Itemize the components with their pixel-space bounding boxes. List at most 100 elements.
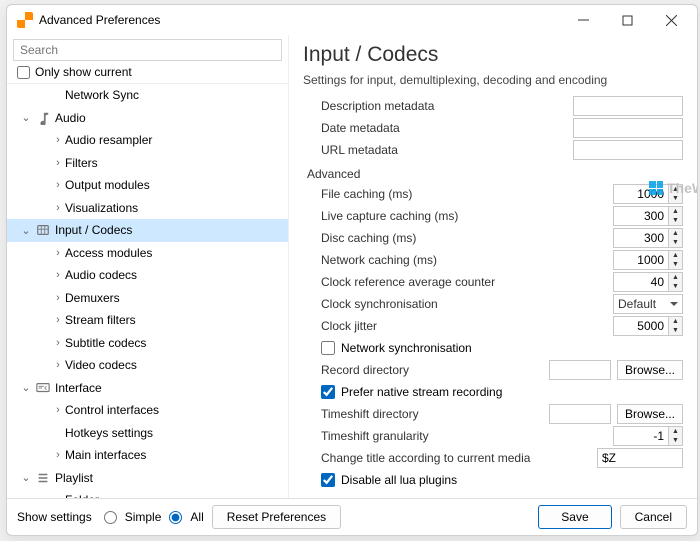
minimize-button[interactable] — [561, 5, 605, 35]
record-dir-input[interactable] — [549, 360, 611, 380]
tree-item-subtitle-codecs[interactable]: ›Subtitle codecs — [7, 332, 288, 355]
url-metadata-input[interactable] — [573, 140, 683, 160]
chevron-icon: ⌄ — [19, 381, 33, 394]
clock-ref-spinner[interactable]: ▲▼ — [613, 272, 683, 292]
tree-item-access-modules[interactable]: ›Access modules — [7, 242, 288, 265]
clock-jitter-spinner[interactable]: ▲▼ — [613, 316, 683, 336]
footer: Show settings Simple All Reset Preferenc… — [7, 498, 697, 535]
show-settings-label: Show settings — [17, 510, 92, 524]
only-show-current-checkbox[interactable] — [17, 66, 30, 79]
chevron-icon: › — [51, 337, 65, 349]
save-button[interactable]: Save — [538, 505, 611, 529]
net-caching-spinner[interactable]: ▲▼ — [613, 250, 683, 270]
tree-item-folder[interactable]: Folder — [7, 489, 288, 498]
timeshift-dir-input[interactable] — [549, 404, 611, 424]
timeshift-gran-spinner[interactable]: ▲▼ — [613, 426, 683, 446]
chevron-icon: › — [51, 179, 65, 191]
tree-item-label: Interface — [55, 381, 288, 395]
tree-item-label: Audio codecs — [65, 268, 288, 282]
app-icon — [17, 12, 33, 28]
watermark: TheWindowsClub — [649, 180, 697, 196]
timeshift-dir-browse-button[interactable]: Browse... — [617, 404, 683, 424]
chevron-icon: › — [51, 404, 65, 416]
tree-item-label: Network Sync — [65, 88, 288, 102]
tree-item-output-modules[interactable]: ›Output modules — [7, 174, 288, 197]
window-title: Advanced Preferences — [39, 13, 561, 27]
desc-metadata-input[interactable] — [573, 96, 683, 116]
titlebar: Advanced Preferences — [7, 5, 697, 35]
chevron-icon: ⌄ — [19, 471, 33, 484]
disc-caching-label: Disc caching (ms) — [303, 231, 607, 245]
tree-item-control-interfaces[interactable]: ›Control interfaces — [7, 399, 288, 422]
tree-item-audio-codecs[interactable]: ›Audio codecs — [7, 264, 288, 287]
chevron-icon: › — [51, 157, 65, 169]
tree-item-hotkeys-settings[interactable]: Hotkeys settings — [7, 422, 288, 445]
left-panel: Only show current Network Sync⌄Audio›Aud… — [7, 35, 289, 498]
tree-item-label: Hotkeys settings — [65, 426, 288, 440]
iface-icon — [35, 380, 51, 396]
chevron-icon: › — [51, 314, 65, 326]
reset-preferences-button[interactable]: Reset Preferences — [212, 505, 341, 529]
cancel-button[interactable]: Cancel — [620, 505, 687, 529]
disc-caching-spinner[interactable]: ▲▼ — [613, 228, 683, 248]
tree-item-label: Demuxers — [65, 291, 288, 305]
tree-item-label: Subtitle codecs — [65, 336, 288, 350]
all-radio[interactable] — [169, 511, 182, 524]
tree-item-label: Video codecs — [65, 358, 288, 372]
tree-item-demuxers[interactable]: ›Demuxers — [7, 287, 288, 310]
disable-lua-checkbox[interactable] — [321, 473, 335, 487]
tree-item-label: Audio — [55, 111, 288, 125]
clock-sync-select[interactable]: Default — [613, 294, 683, 314]
tree-item-stream-filters[interactable]: ›Stream filters — [7, 309, 288, 332]
tree-item-label: Audio resampler — [65, 133, 288, 147]
tree-item-audio-resampler[interactable]: ›Audio resampler — [7, 129, 288, 152]
tree-item-label: Playlist — [55, 471, 288, 485]
only-show-current-label: Only show current — [35, 65, 132, 79]
tree-item-label: Main interfaces — [65, 448, 288, 462]
tree-item-input-codecs[interactable]: ⌄Input / Codecs — [7, 219, 288, 242]
url-metadata-label: URL metadata — [303, 143, 567, 157]
close-button[interactable] — [649, 5, 693, 35]
tree-item-label: Control interfaces — [65, 403, 288, 417]
chevron-icon: ⌄ — [19, 111, 33, 124]
chevron-icon: › — [51, 292, 65, 304]
clock-ref-label: Clock reference average counter — [303, 275, 607, 289]
prefer-native-checkbox[interactable] — [321, 385, 335, 399]
disable-lua-label: Disable all lua plugins — [341, 473, 457, 487]
tree-item-main-interfaces[interactable]: ›Main interfaces — [7, 444, 288, 467]
tree-item-visualizations[interactable]: ›Visualizations — [7, 197, 288, 220]
tree-item-audio[interactable]: ⌄ Audio — [7, 107, 288, 130]
chevron-icon: ⌄ — [19, 224, 33, 237]
only-show-current-row[interactable]: Only show current — [7, 63, 288, 83]
tree-item-playlist[interactable]: ⌄ Playlist — [7, 467, 288, 490]
live-caching-label: Live capture caching (ms) — [303, 209, 607, 223]
date-metadata-input[interactable] — [573, 118, 683, 138]
chevron-icon: › — [51, 247, 65, 259]
tree-item-filters[interactable]: ›Filters — [7, 152, 288, 175]
tree-item-label: Output modules — [65, 178, 288, 192]
timeshift-gran-label: Timeshift granularity — [303, 429, 607, 443]
change-title-input[interactable] — [597, 448, 683, 468]
clock-sync-label: Clock synchronisation — [303, 297, 607, 311]
desc-metadata-label: Description metadata — [303, 99, 567, 113]
maximize-button[interactable] — [605, 5, 649, 35]
chevron-icon: › — [51, 269, 65, 281]
tree-item-network-sync[interactable]: Network Sync — [7, 84, 288, 107]
tree-item-video-codecs[interactable]: ›Video codecs — [7, 354, 288, 377]
chevron-icon: › — [51, 134, 65, 146]
tree-item-interface[interactable]: ⌄ Interface — [7, 377, 288, 400]
simple-radio[interactable] — [104, 511, 117, 524]
record-dir-label: Record directory — [303, 363, 543, 377]
tree-item-label: Access modules — [65, 246, 288, 260]
record-dir-browse-button[interactable]: Browse... — [617, 360, 683, 380]
chevron-icon: › — [51, 202, 65, 214]
settings-tree[interactable]: Network Sync⌄Audio›Audio resampler›Filte… — [7, 83, 288, 498]
simple-label: Simple — [125, 510, 162, 524]
live-caching-spinner[interactable]: ▲▼ — [613, 206, 683, 226]
page-subtitle: Settings for input, demultiplexing, deco… — [303, 73, 683, 87]
search-input[interactable] — [13, 39, 282, 61]
tree-item-label: Filters — [65, 156, 288, 170]
prefer-native-label: Prefer native stream recording — [341, 385, 502, 399]
right-panel: TheWindowsClub Input / Codecs Settings f… — [289, 35, 697, 498]
network-sync-checkbox[interactable] — [321, 341, 335, 355]
